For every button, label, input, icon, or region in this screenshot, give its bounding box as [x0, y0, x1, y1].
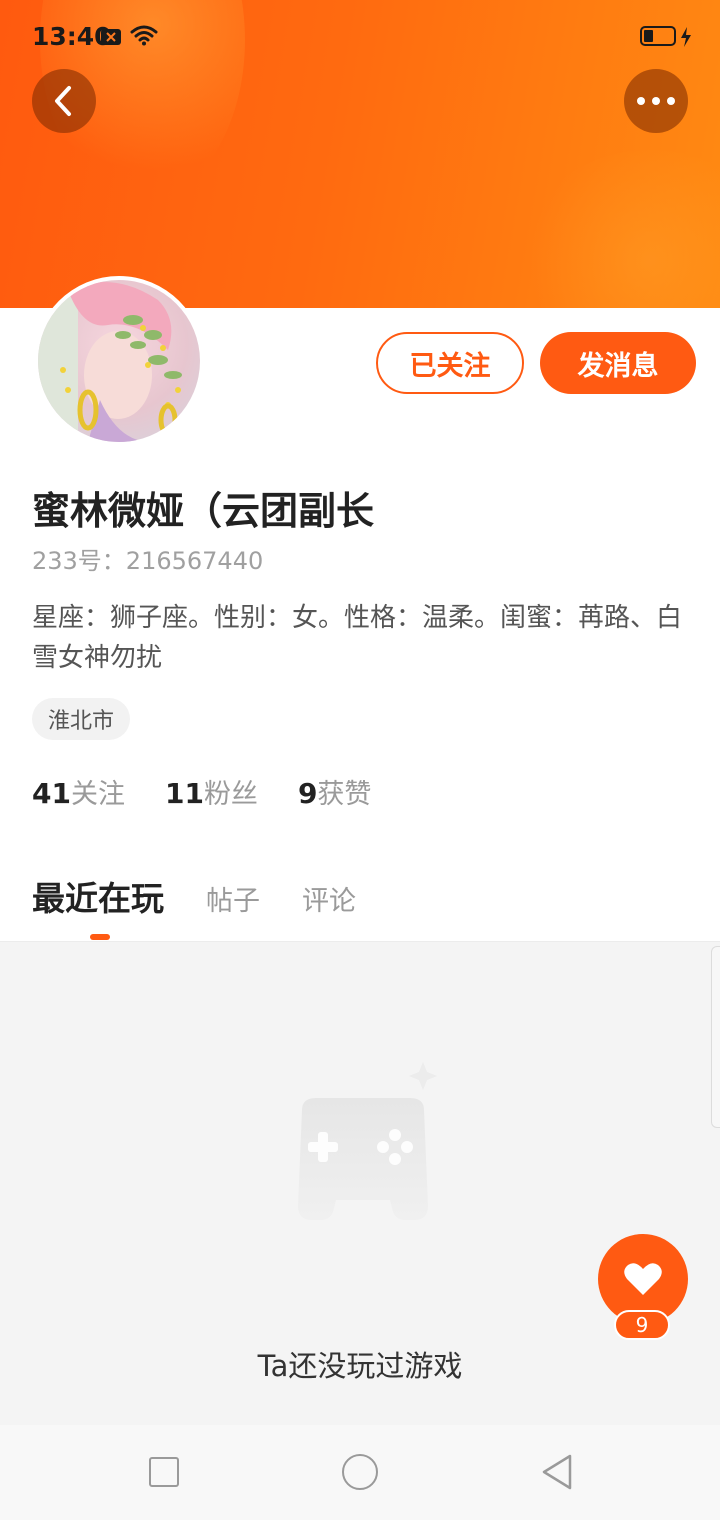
profile-stats: 41 关注 11 粉丝 9 获赞: [32, 772, 371, 811]
following-count[interactable]: 41 关注: [32, 772, 125, 811]
followed-button[interactable]: 已关注: [376, 332, 524, 394]
scroll-handle[interactable]: [711, 946, 720, 1128]
tab-comments[interactable]: 评论: [302, 879, 356, 918]
recent-apps-button[interactable]: [149, 1457, 179, 1487]
wifi-icon: [130, 24, 158, 50]
empty-state-text: Ta还没玩过游戏: [257, 1349, 463, 1383]
more-options-button[interactable]: [624, 69, 688, 133]
avatar-image: [38, 280, 200, 442]
tab-indicator: [90, 934, 110, 940]
charging-icon: [680, 27, 692, 51]
like-count-badge: 9: [614, 1310, 670, 1340]
stat-number: 41: [32, 777, 71, 810]
chevron-left-icon: [55, 86, 71, 116]
profile-id: 233号：216567440: [32, 547, 264, 575]
more-dots-icon: [637, 97, 675, 105]
nav-back-icon[interactable]: [540, 1453, 574, 1491]
followers-count[interactable]: 11 粉丝: [165, 772, 258, 811]
home-button[interactable]: [342, 1454, 378, 1490]
profile-name: 蜜林微娅（云团副长: [32, 489, 375, 533]
tab-posts[interactable]: 帖子: [206, 879, 260, 918]
back-button[interactable]: [32, 69, 96, 133]
status-time: 13:40: [32, 22, 112, 51]
stat-label: 粉丝: [203, 779, 258, 810]
system-nav-bar: [0, 1425, 720, 1520]
tab-recently-played[interactable]: 最近在玩: [32, 872, 164, 920]
stat-label: 获赞: [317, 779, 372, 810]
profile-bio: 星座：狮子座。性别：女。性格：温柔。闺蜜：苒路、白雪女神勿扰: [32, 603, 683, 673]
stat-number: 11: [164, 777, 204, 810]
stat-label: 关注: [70, 779, 125, 810]
stat-number: 9: [297, 777, 318, 810]
profile-tabs: 最近在玩 帖子 评论: [32, 872, 398, 920]
battery-icon: [640, 26, 676, 46]
no-sim-icon: [101, 29, 121, 45]
status-bar: 13:40: [0, 0, 720, 74]
heart-icon: [624, 1263, 662, 1295]
likes-received-count: 9 获赞: [298, 772, 371, 811]
location-tag: 淮北市: [32, 698, 131, 740]
recently-played-content: Ta还没玩过游戏: [0, 941, 720, 1426]
send-message-button[interactable]: 发消息: [540, 332, 696, 394]
banner-decoration: [520, 150, 720, 308]
avatar[interactable]: [34, 276, 204, 446]
gamepad-icon: [298, 1062, 437, 1220]
